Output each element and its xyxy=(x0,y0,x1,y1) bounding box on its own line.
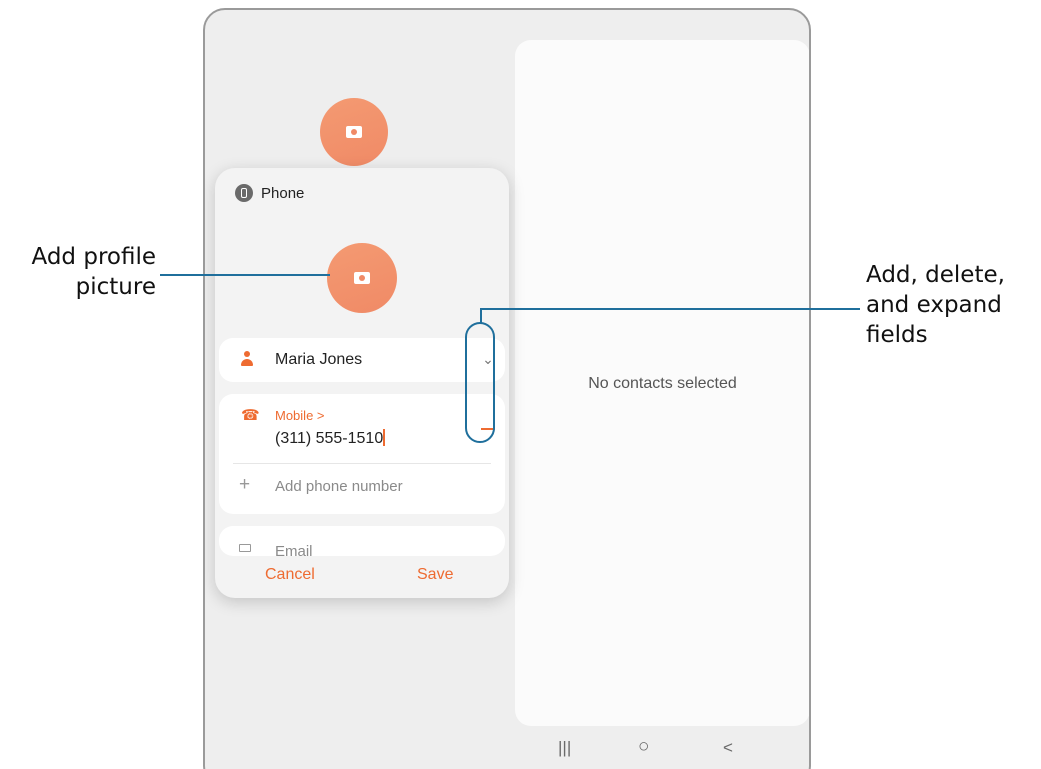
callout-leader-right xyxy=(480,308,860,310)
tablet-frame: No contacts selected Phone Maria Jones ☎… xyxy=(203,8,811,769)
phone-icon: ☎ xyxy=(241,407,260,424)
name-input[interactable]: Maria Jones xyxy=(275,351,362,369)
text-cursor xyxy=(383,429,385,446)
phone-number-value: (311) 555-1510 xyxy=(275,430,384,447)
callout-line-1: Add profile xyxy=(31,244,157,270)
phone-account-icon xyxy=(235,184,253,202)
add-profile-picture-button[interactable] xyxy=(327,243,397,313)
callout-line-3: fields xyxy=(866,322,928,348)
dialog-header[interactable]: Phone xyxy=(235,184,304,202)
email-input[interactable]: Email xyxy=(275,543,313,556)
contact-detail-panel: No contacts selected xyxy=(515,40,809,726)
home-button[interactable]: ○ xyxy=(638,736,649,758)
navigation-bar: ||| ○ < xyxy=(515,736,809,768)
background-profile-avatar xyxy=(320,98,388,166)
plus-icon[interactable]: + xyxy=(239,474,250,496)
callout-line-2: and expand xyxy=(866,292,1002,318)
account-label: Phone xyxy=(261,184,305,202)
callout-leader-right-vertical xyxy=(480,308,482,323)
recents-button[interactable]: ||| xyxy=(558,738,571,758)
callout-add-profile-picture: Add profile picture xyxy=(0,242,157,302)
phone-field-card: ☎ Mobile > (311) 555-1510 + Add phone nu… xyxy=(219,394,505,514)
phone-type-selector[interactable]: Mobile > xyxy=(275,408,325,423)
save-button[interactable]: Save xyxy=(417,566,453,584)
screen: No contacts selected Phone Maria Jones ☎… xyxy=(0,0,1041,769)
callout-leader-left xyxy=(160,274,330,276)
phone-number-input[interactable]: (311) 555-1510 xyxy=(275,429,385,448)
name-field-card[interactable]: Maria Jones xyxy=(219,338,505,382)
callout-bracket xyxy=(465,322,495,443)
email-icon xyxy=(239,544,251,552)
empty-state-text: No contacts selected xyxy=(588,375,737,392)
camera-icon xyxy=(346,126,362,138)
person-icon xyxy=(241,351,253,367)
callout-line-1: Add, delete, xyxy=(866,262,1005,288)
camera-icon xyxy=(354,272,370,284)
email-field-card[interactable]: Email xyxy=(219,526,505,556)
cancel-button[interactable]: Cancel xyxy=(265,566,315,584)
divider xyxy=(233,463,491,464)
back-button[interactable]: < xyxy=(723,738,733,758)
callout-add-delete-expand: Add, delete, and expand fields xyxy=(866,260,1041,350)
add-phone-number-button[interactable]: Add phone number xyxy=(275,478,403,495)
callout-line-2: picture xyxy=(75,274,156,300)
